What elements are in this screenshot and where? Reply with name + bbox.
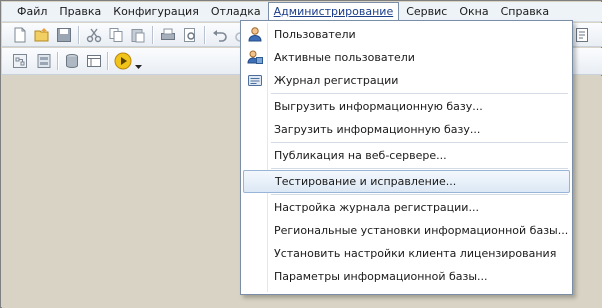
menu-separator xyxy=(271,168,568,169)
database-icon[interactable] xyxy=(64,53,80,69)
chevron-down-icon[interactable] xyxy=(135,59,143,75)
open-folder-icon[interactable] xyxy=(34,27,50,43)
menu-item-active-users[interactable]: Активные пользователи xyxy=(241,46,572,69)
menu-windows[interactable]: Окна xyxy=(454,3,493,21)
menu-item-testing-and-repair[interactable]: Тестирование и исправление... xyxy=(243,170,570,193)
run-debugging-icon[interactable] xyxy=(114,52,132,70)
menu-item-web-publishing[interactable]: Публикация на веб-сервере... xyxy=(241,144,572,167)
menu-edit[interactable]: Правка xyxy=(54,3,106,21)
new-document-icon[interactable] xyxy=(12,27,28,43)
menu-administration[interactable]: Администрирование xyxy=(267,1,400,22)
undo-icon[interactable] xyxy=(212,27,228,43)
menu-configuration[interactable]: Конфигурация xyxy=(108,3,204,21)
event-log-icon xyxy=(248,75,262,86)
menu-bar: Файл Правка Конфигурация Отладка Админис… xyxy=(2,1,602,22)
administration-menu: Пользователи Активные пользователи Журна… xyxy=(240,20,573,295)
menu-separator xyxy=(271,194,568,195)
menu-file[interactable]: Файл xyxy=(12,3,52,21)
menu-item-regional-settings[interactable]: Региональные установки информационной ба… xyxy=(241,219,572,242)
menu-debug[interactable]: Отладка xyxy=(206,3,266,21)
app-window: Файл Правка Конфигурация Отладка Админис… xyxy=(0,0,602,308)
menu-help[interactable]: Справка xyxy=(496,3,554,21)
syntax-help-icon[interactable] xyxy=(574,27,590,43)
cut-icon[interactable] xyxy=(86,27,102,43)
menu-separator xyxy=(271,93,568,94)
menu-item-event-log-settings[interactable]: Настройка журнала регистрации... xyxy=(241,196,572,219)
menu-item-users[interactable]: Пользователи xyxy=(241,23,572,46)
database-configuration-icon[interactable] xyxy=(36,53,52,69)
paste-icon[interactable] xyxy=(130,27,146,43)
menu-separator xyxy=(271,142,568,143)
menu-service[interactable]: Сервис xyxy=(401,3,452,21)
save-icon[interactable] xyxy=(56,27,72,43)
toolbar-separator xyxy=(204,26,205,44)
menu-item-import-infobase[interactable]: Загрузить информационную базу... xyxy=(241,118,572,141)
open-configuration-icon[interactable] xyxy=(12,53,28,69)
user-icon xyxy=(248,27,262,42)
toolbar-separator xyxy=(57,52,58,70)
active-users-icon xyxy=(247,50,263,64)
menu-item-infobase-parameters[interactable]: Параметры информационной базы... xyxy=(241,265,572,288)
toolbar-separator xyxy=(152,26,153,44)
menu-item-event-log[interactable]: Журнал регистрации xyxy=(241,69,572,92)
copy-icon[interactable] xyxy=(108,27,124,43)
toolbar-separator xyxy=(107,52,108,70)
menu-item-export-infobase[interactable]: Выгрузить информационную базу... xyxy=(241,95,572,118)
menu-item-license-client-settings[interactable]: Установить настройки клиента лицензирова… xyxy=(241,242,572,265)
toolbar-separator xyxy=(78,26,79,44)
print-icon[interactable] xyxy=(160,27,176,43)
print-preview-icon[interactable] xyxy=(182,27,198,43)
properties-icon[interactable] xyxy=(86,53,102,69)
